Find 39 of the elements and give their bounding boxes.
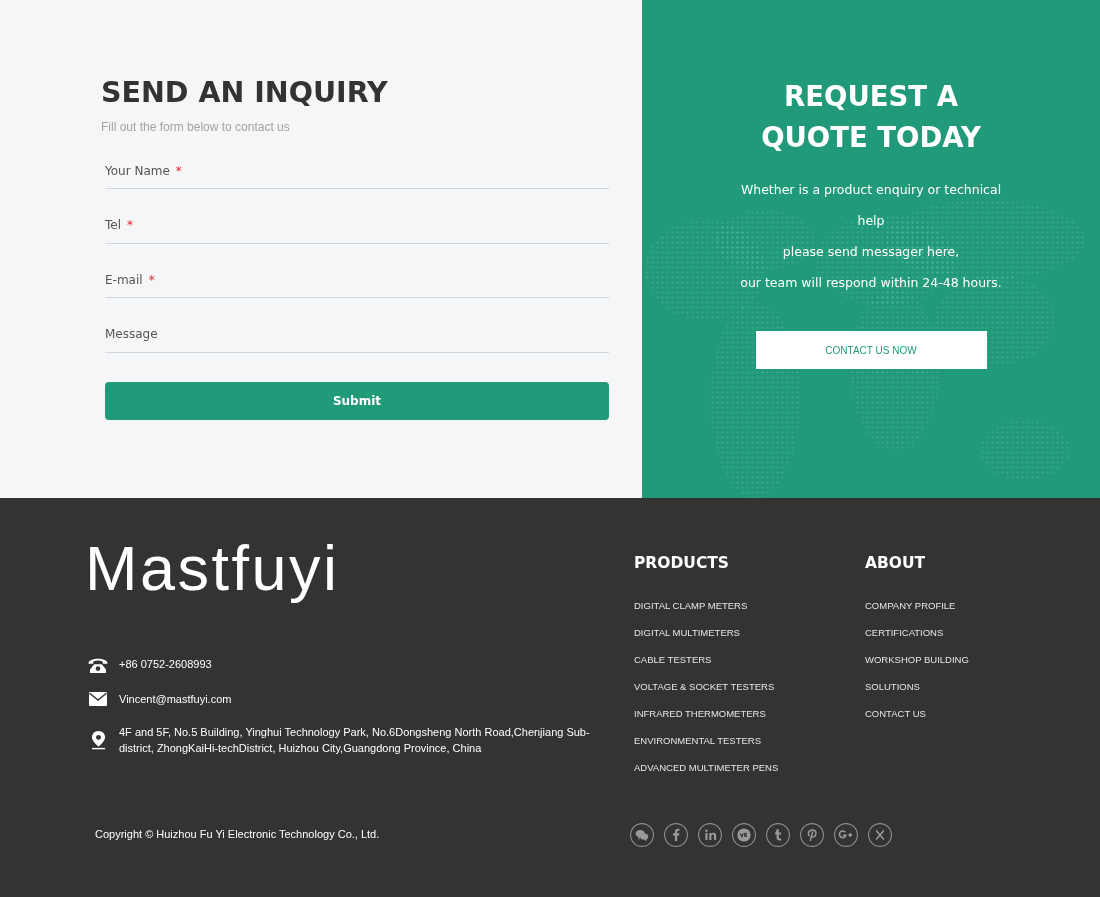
form-subtitle: Fill out the form below to contact us (101, 119, 290, 135)
contact-button[interactable]: CONTACT US NOW (755, 331, 987, 369)
quote-text: please send messager here, (782, 242, 960, 261)
facebook-icon[interactable] (664, 823, 688, 847)
footer-link[interactable]: DIGITAL MULTIMETERS (634, 618, 740, 646)
envelope-icon (89, 692, 107, 706)
footer-link[interactable]: ENVIRONMENTAL TESTERS (634, 726, 762, 754)
footer-link[interactable]: VOLTAGE & SOCKET TESTERS (634, 672, 775, 700)
footer-link[interactable]: WORKSHOP BUILDING (865, 645, 969, 673)
footer-link[interactable]: CABLE TESTERS (634, 645, 712, 673)
pinterest-icon[interactable] (800, 823, 824, 847)
location-pin-icon (90, 730, 106, 750)
submit-button[interactable]: Submit (105, 381, 609, 420)
quote-text: our team will respond within 24-48 hours. (740, 273, 1002, 292)
footer-link[interactable]: SOLUTIONS (865, 672, 920, 700)
footer-link[interactable]: ADVANCED MULTIMETER PENS (634, 753, 779, 781)
wechat-icon[interactable] (630, 823, 654, 847)
input-field[interactable]: Message (105, 316, 609, 353)
contact-text: Vincent@mastfuyi.com (119, 692, 232, 707)
google-plus-icon[interactable] (834, 823, 858, 847)
x-icon[interactable] (868, 823, 892, 847)
contact-text: +86 0752-2608993 (119, 657, 212, 672)
form-title: SEND AN INQUIRY (101, 76, 388, 110)
input-field[interactable]: Tel * (105, 207, 609, 244)
footer-link[interactable]: CERTIFICATIONS (865, 618, 944, 646)
footer-link[interactable]: DIGITAL CLAMP METERS (634, 591, 748, 619)
vk-icon[interactable] (732, 823, 756, 847)
copyright-text: Copyright © Huizhou Fu Yi Electronic Technology Co., Ltd. (95, 828, 380, 840)
column-heading: ABOUT (865, 553, 927, 573)
tumblr-icon[interactable] (766, 823, 790, 847)
footer-link[interactable]: CONTACT US (865, 699, 926, 727)
input-field[interactable]: E-mail * (105, 262, 609, 298)
footer-link[interactable]: COMPANY PROFILE (865, 591, 956, 619)
contact-text: 4F and 5F, No.5 Building, Yinghui Technology Park, No.6Dongsheng North Road,Chenjiang Sub-district, ZhongKaiHi-techDistrict, Huizhou City,Guangdong Province, China (119, 725, 591, 756)
footer-link[interactable]: INFRARED THERMOMETERS (634, 699, 766, 727)
column-heading: PRODUCTS (634, 553, 731, 573)
quote-title: REQUEST A QUOTE TODAY (760, 78, 982, 155)
linkedin-icon[interactable] (698, 823, 722, 847)
input-field[interactable]: Your Name * (105, 153, 609, 189)
